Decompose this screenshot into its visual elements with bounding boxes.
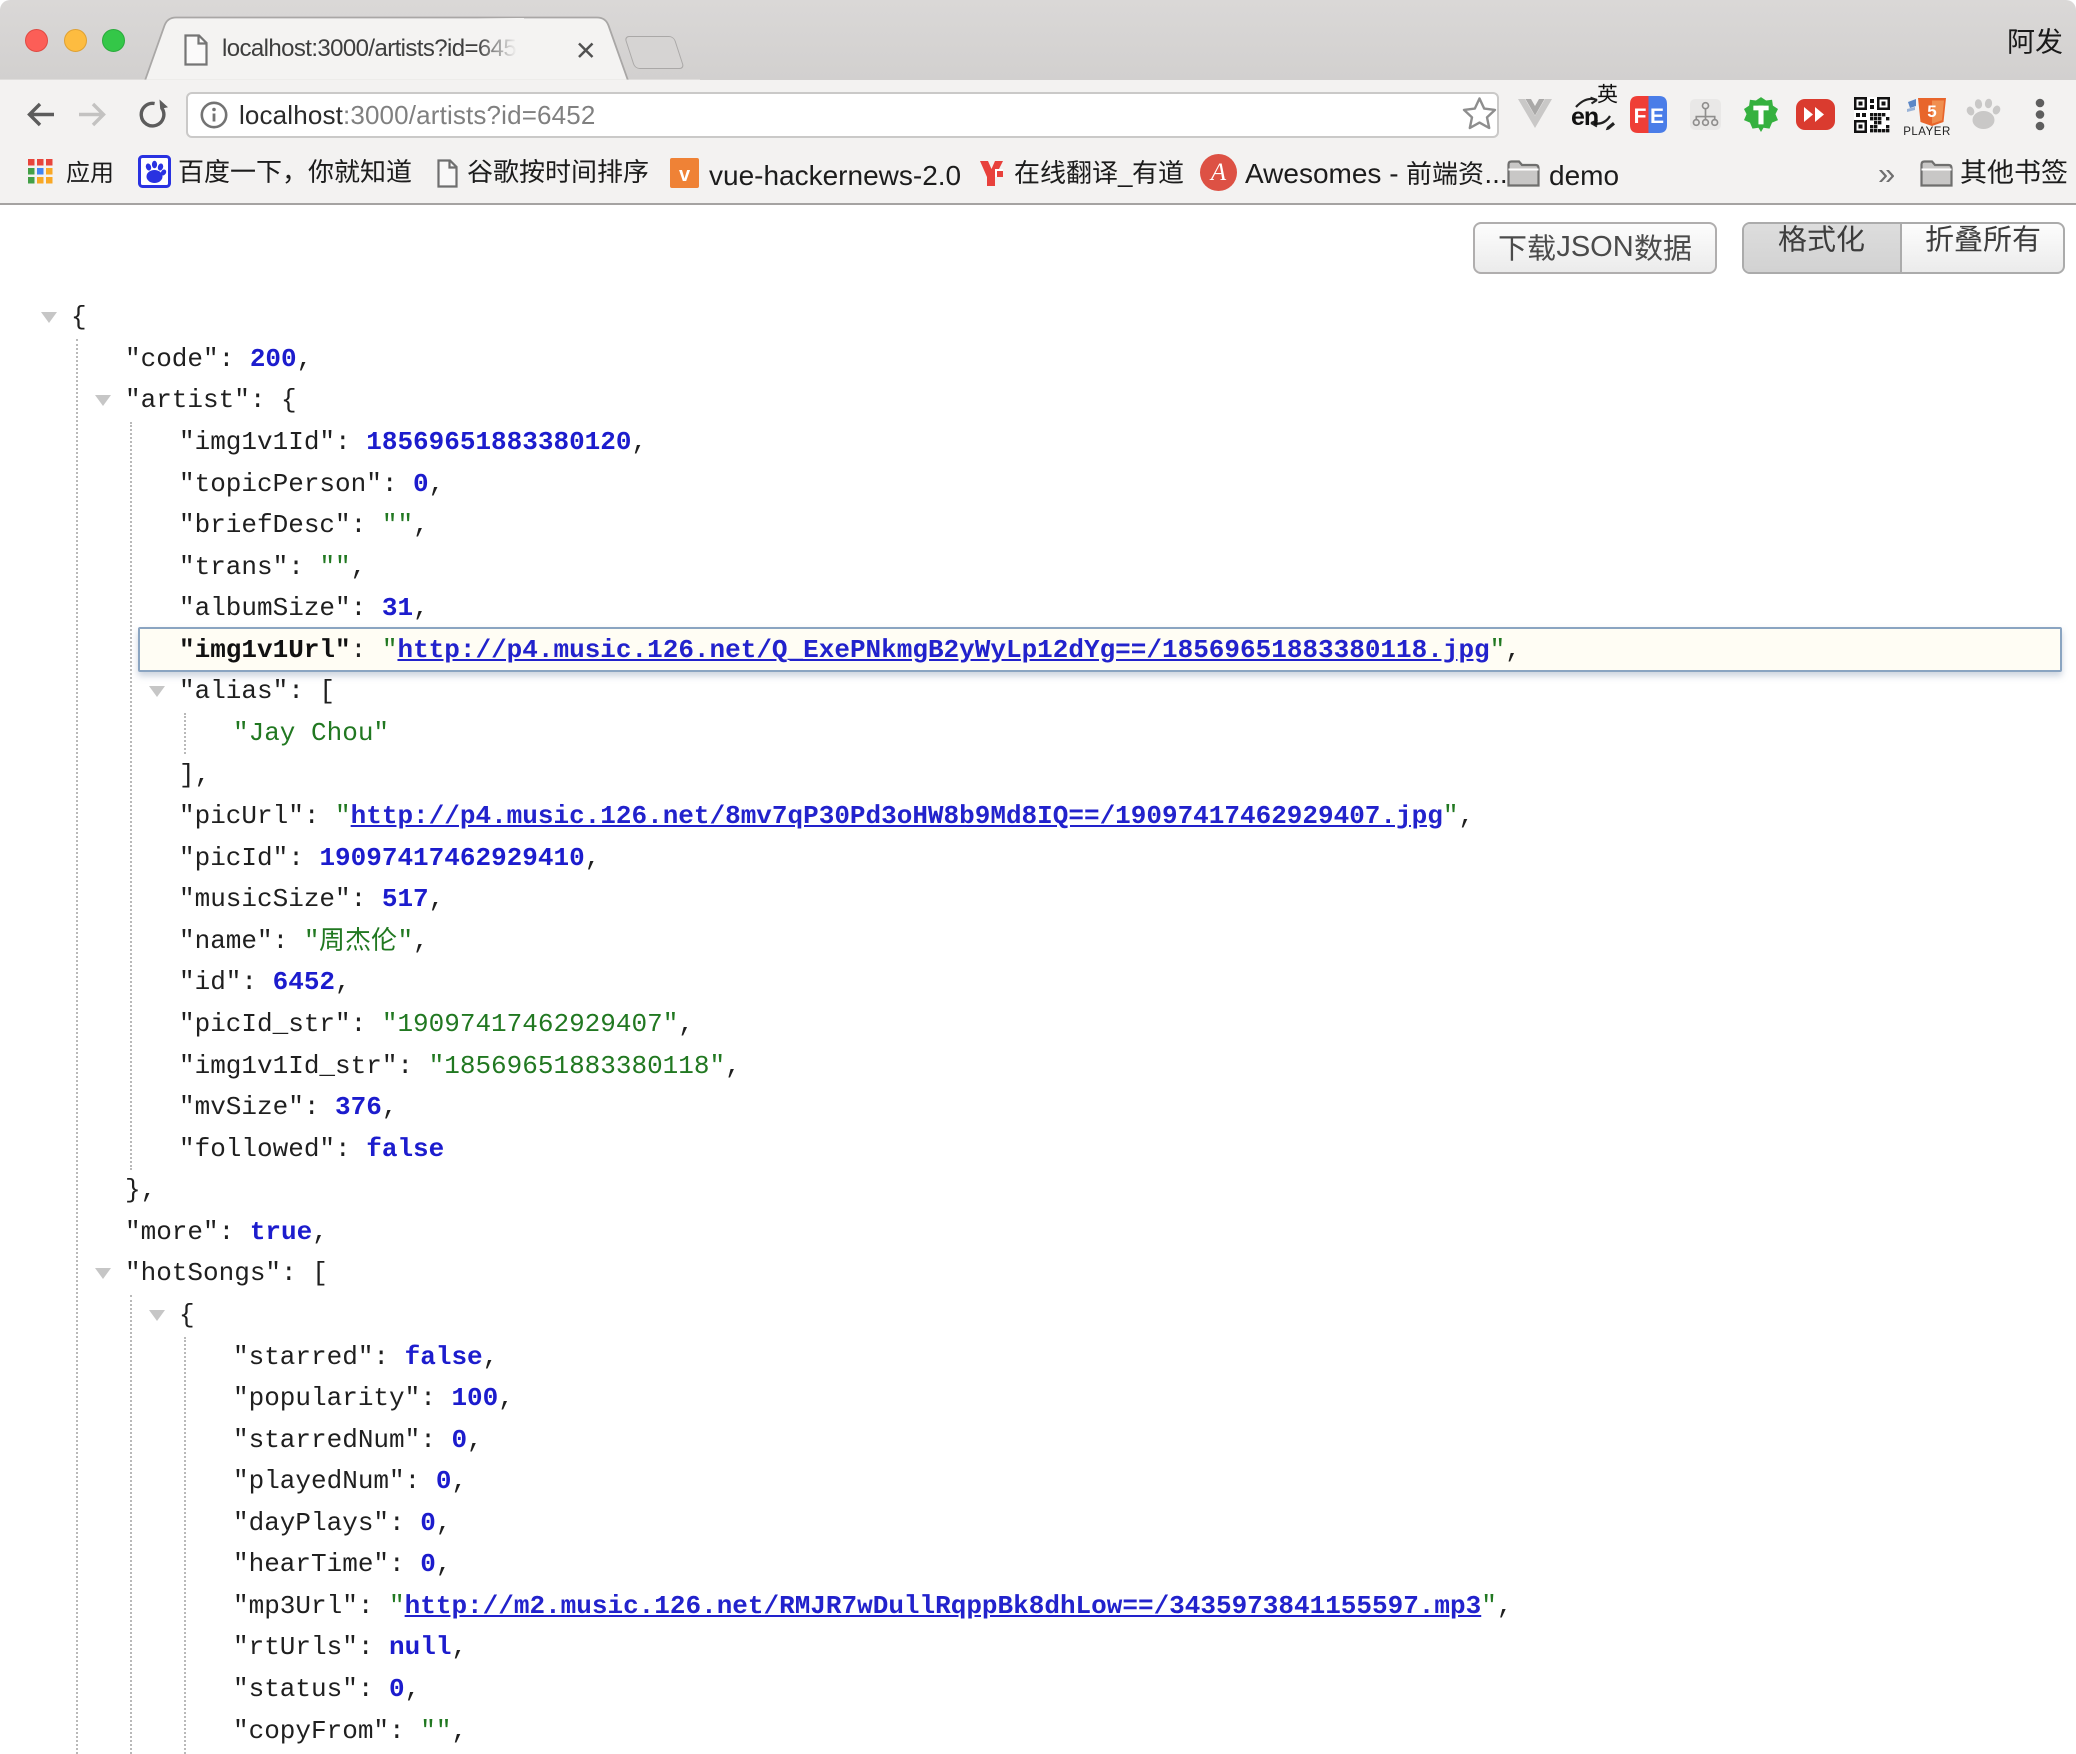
svg-text:PLAYER: PLAYER xyxy=(1903,126,1951,137)
svg-text:5: 5 xyxy=(1927,102,1936,121)
svg-text:F: F xyxy=(1634,105,1647,128)
svg-text:v: v xyxy=(679,164,691,186)
svg-text:A: A xyxy=(1209,159,1227,186)
svg-text:E: E xyxy=(1650,105,1664,128)
